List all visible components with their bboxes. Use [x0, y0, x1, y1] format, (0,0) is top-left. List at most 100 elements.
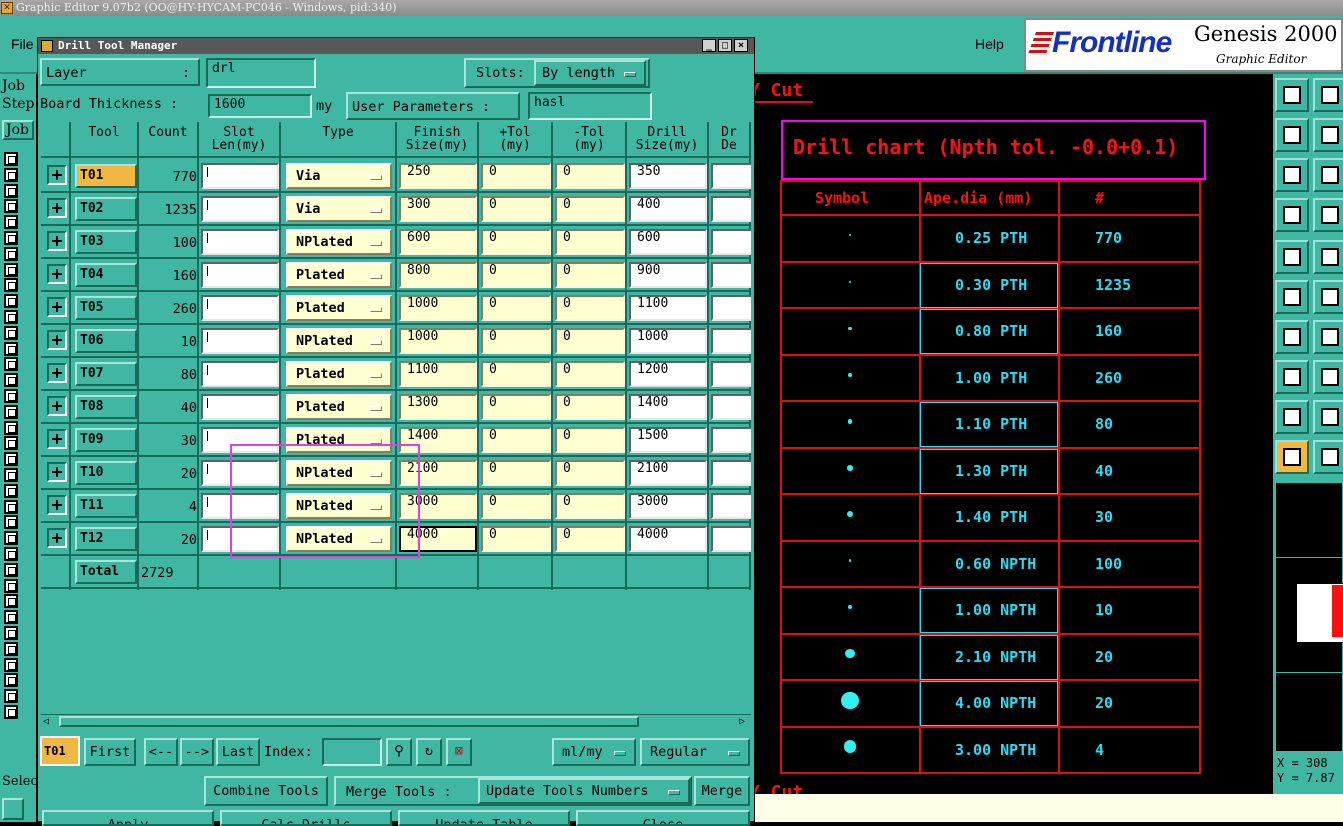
layer-checkbox[interactable]	[4, 152, 18, 166]
layer-checkbox[interactable]	[4, 357, 18, 371]
drill-size-field[interactable]: 900	[629, 262, 707, 288]
layer-checkbox[interactable]	[4, 547, 18, 561]
tool-button[interactable]: T04	[75, 263, 137, 287]
menu-file[interactable]: File	[11, 36, 34, 52]
minus-tol-field[interactable]: 0	[555, 394, 625, 420]
layer-checkbox[interactable]	[4, 594, 18, 608]
finish-size-field[interactable]: 800	[399, 262, 477, 288]
slot-length-field[interactable]	[201, 262, 279, 288]
expand-icon[interactable]	[47, 330, 67, 350]
type-select[interactable]: Plated	[286, 361, 392, 387]
layer-checkbox[interactable]	[4, 215, 18, 229]
tool-minus-icon[interactable]	[1313, 360, 1343, 394]
menu-help[interactable]: Help	[975, 36, 1004, 52]
pointer2-icon[interactable]	[1313, 440, 1343, 474]
minus-tol-field[interactable]: 0	[555, 328, 625, 354]
tool-button[interactable]: T08	[75, 395, 137, 419]
layer-checkbox[interactable]	[4, 642, 18, 656]
layer-checkbox[interactable]	[4, 531, 18, 545]
drill-size-field[interactable]: 350	[629, 163, 707, 189]
tool-button[interactable]: T05	[75, 296, 137, 320]
type-select[interactable]: Plated	[286, 262, 392, 288]
job-button[interactable]: Job	[2, 120, 34, 140]
tool-button[interactable]: T09	[75, 428, 137, 452]
pointer-icon[interactable]	[1275, 440, 1309, 474]
step-label[interactable]: Step	[2, 96, 34, 112]
expand-icon[interactable]	[47, 231, 67, 251]
minus-tol-field[interactable]: 0	[555, 295, 625, 321]
close-window-button[interactable]: ×	[734, 39, 748, 52]
drill-depth-field[interactable]	[711, 394, 751, 420]
minus-tol-field[interactable]: 0	[555, 460, 625, 486]
plus-tol-field[interactable]: 0	[481, 295, 551, 321]
layer-checkbox[interactable]	[4, 199, 18, 213]
tool-tri2-icon[interactable]	[1313, 400, 1343, 434]
expand-icon[interactable]	[47, 264, 67, 284]
finish-size-field[interactable]: 1100	[399, 361, 477, 387]
tool-snap-icon[interactable]	[1275, 240, 1309, 274]
layer-checkbox[interactable]	[4, 468, 18, 482]
layer-checkbox[interactable]	[4, 421, 18, 435]
finish-size-field[interactable]: 250	[399, 163, 477, 189]
tool-line-icon[interactable]	[1275, 320, 1309, 354]
layer-checkbox[interactable]	[4, 610, 18, 624]
job-label[interactable]: Job	[2, 78, 25, 94]
tool-out-icon[interactable]	[1313, 118, 1343, 152]
calc-drills-button[interactable]: Calc Drills	[220, 810, 392, 826]
user-parameters-button[interactable]: User Parameters :	[346, 92, 520, 120]
expand-icon[interactable]	[47, 495, 67, 515]
type-select[interactable]: Plated	[286, 394, 392, 420]
layer-checkbox[interactable]	[4, 294, 18, 308]
tool-down-icon[interactable]	[1313, 78, 1343, 112]
expand-icon[interactable]	[47, 198, 67, 218]
delete-icon[interactable]: ⊠	[446, 738, 472, 766]
expand-icon[interactable]	[47, 462, 67, 482]
layer-checkbox[interactable]	[4, 231, 18, 245]
apply-button[interactable]: Apply	[42, 810, 214, 826]
bulb-icon[interactable]: ⚲	[386, 738, 412, 766]
layer-checkbox[interactable]	[4, 184, 18, 198]
maximize-button[interactable]: □	[718, 39, 732, 52]
minus-tol-field[interactable]: 0	[555, 361, 625, 387]
update-table-button[interactable]: Update Table	[398, 810, 570, 826]
drill-depth-field[interactable]	[711, 295, 751, 321]
plus-tol-field[interactable]: 0	[481, 493, 551, 519]
layer-checkbox[interactable]	[4, 673, 18, 687]
tool-button[interactable]: T01	[75, 164, 137, 188]
drill-size-field[interactable]: 1200	[629, 361, 707, 387]
tool-point-icon[interactable]	[1275, 360, 1309, 394]
plus-tol-field[interactable]: 0	[481, 394, 551, 420]
update-tools-numbers-select[interactable]: Update Tools Numbers	[478, 778, 690, 804]
plus-tol-field[interactable]: 0	[481, 262, 551, 288]
plus-tol-field[interactable]: 0	[481, 526, 551, 552]
type-select[interactable]: NPlated	[286, 328, 392, 354]
minus-tol-field[interactable]: 0	[555, 262, 625, 288]
layer-checkbox[interactable]	[4, 168, 18, 182]
drill-depth-field[interactable]	[711, 361, 751, 387]
layer-field[interactable]: drl	[206, 58, 316, 88]
slot-length-field[interactable]	[201, 163, 279, 189]
expand-icon[interactable]	[47, 297, 67, 317]
plus-tol-field[interactable]: 0	[481, 427, 551, 453]
drill-depth-field[interactable]	[711, 229, 751, 255]
tool-line2-icon[interactable]	[1313, 320, 1343, 354]
drill-size-field[interactable]: 600	[629, 229, 707, 255]
minus-tol-field[interactable]: 0	[555, 196, 625, 222]
tool-fit-icon[interactable]	[1275, 158, 1309, 192]
tool-grid-icon[interactable]	[1313, 198, 1343, 232]
layer-checkbox[interactable]	[4, 342, 18, 356]
layer-checkbox[interactable]	[4, 515, 18, 529]
scroll-right-icon[interactable]: ▷	[739, 716, 745, 727]
tool-button[interactable]: T11	[75, 494, 137, 518]
tool-button[interactable]: T02	[75, 197, 137, 221]
drill-size-field[interactable]: 3000	[629, 493, 707, 519]
slot-length-field[interactable]	[201, 196, 279, 222]
drill-size-field[interactable]: 1500	[629, 427, 707, 453]
board-thickness-field[interactable]: 1600	[208, 94, 312, 118]
units-select[interactable]: ml/my	[552, 738, 636, 766]
tool-button[interactable]: T12	[75, 527, 137, 551]
type-select[interactable]: Via	[286, 196, 392, 222]
slot-length-field[interactable]	[201, 328, 279, 354]
layer-checkbox[interactable]	[4, 405, 18, 419]
slots-select[interactable]: By length	[534, 60, 646, 86]
